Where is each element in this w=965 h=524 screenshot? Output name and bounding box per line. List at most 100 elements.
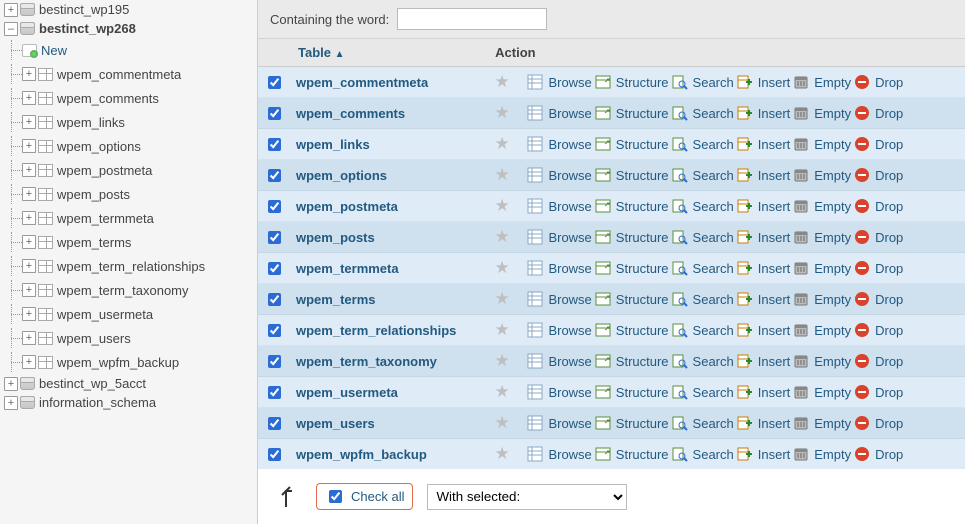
expand-icon[interactable]: + bbox=[4, 377, 18, 391]
browse-link[interactable]: Browse bbox=[548, 385, 591, 400]
table-name-link[interactable]: wpem_term_relationships bbox=[296, 323, 456, 338]
tree-table-node[interactable]: +wpem_posts bbox=[4, 182, 257, 206]
insert-link[interactable]: Insert bbox=[758, 447, 791, 462]
expand-icon[interactable]: + bbox=[22, 283, 36, 297]
browse-link[interactable]: Browse bbox=[548, 416, 591, 431]
db-label[interactable]: information_schema bbox=[39, 395, 156, 410]
tree-table-label[interactable]: wpem_links bbox=[57, 115, 125, 130]
col-table-header[interactable]: Table ▲ bbox=[290, 39, 487, 67]
search-link[interactable]: Search bbox=[693, 137, 734, 152]
search-link[interactable]: Search bbox=[693, 447, 734, 462]
drop-link[interactable]: Drop bbox=[875, 416, 903, 431]
row-checkbox[interactable] bbox=[268, 107, 281, 120]
table-name-link[interactable]: wpem_term_taxonomy bbox=[296, 354, 437, 369]
tree-new-link[interactable]: New bbox=[4, 38, 257, 62]
favorite-star-icon[interactable]: ★ bbox=[493, 227, 511, 247]
expand-icon[interactable]: + bbox=[22, 307, 36, 321]
check-all-toggle[interactable]: Check all bbox=[316, 483, 413, 510]
search-link[interactable]: Search bbox=[693, 292, 734, 307]
drop-link[interactable]: Drop bbox=[875, 230, 903, 245]
tree-table-node[interactable]: +wpem_term_taxonomy bbox=[4, 278, 257, 302]
expand-icon[interactable]: + bbox=[22, 139, 36, 153]
empty-link[interactable]: Empty bbox=[814, 385, 851, 400]
expand-icon[interactable]: + bbox=[22, 67, 36, 81]
tree-table-node[interactable]: + wpem_comments bbox=[4, 86, 257, 110]
expand-icon[interactable]: + bbox=[22, 211, 36, 225]
table-name-link[interactable]: wpem_postmeta bbox=[296, 199, 398, 214]
structure-link[interactable]: Structure bbox=[616, 416, 669, 431]
table-name-link[interactable]: wpem_users bbox=[296, 416, 375, 431]
row-checkbox[interactable] bbox=[268, 231, 281, 244]
structure-link[interactable]: Structure bbox=[616, 323, 669, 338]
structure-link[interactable]: Structure bbox=[616, 137, 669, 152]
browse-link[interactable]: Browse bbox=[548, 75, 591, 90]
favorite-star-icon[interactable]: ★ bbox=[493, 351, 511, 371]
insert-link[interactable]: Insert bbox=[758, 137, 791, 152]
drop-link[interactable]: Drop bbox=[875, 75, 903, 90]
empty-link[interactable]: Empty bbox=[814, 292, 851, 307]
browse-link[interactable]: Browse bbox=[548, 106, 591, 121]
favorite-star-icon[interactable]: ★ bbox=[493, 382, 511, 402]
row-checkbox[interactable] bbox=[268, 169, 281, 182]
db-label[interactable]: bestinct_wp_5acct bbox=[39, 376, 146, 391]
db-label[interactable]: bestinct_wp195 bbox=[39, 2, 129, 17]
check-all-checkbox[interactable] bbox=[329, 490, 342, 503]
favorite-star-icon[interactable]: ★ bbox=[493, 289, 511, 309]
tree-table-label[interactable]: wpem_terms bbox=[57, 235, 131, 250]
drop-link[interactable]: Drop bbox=[875, 354, 903, 369]
tree-table-label[interactable]: wpem_commentmeta bbox=[57, 67, 181, 82]
insert-link[interactable]: Insert bbox=[758, 230, 791, 245]
drop-link[interactable]: Drop bbox=[875, 323, 903, 338]
empty-link[interactable]: Empty bbox=[814, 137, 851, 152]
favorite-star-icon[interactable]: ★ bbox=[493, 196, 511, 216]
tree-table-node[interactable]: +wpem_users bbox=[4, 326, 257, 350]
insert-link[interactable]: Insert bbox=[758, 106, 791, 121]
row-checkbox[interactable] bbox=[268, 355, 281, 368]
structure-link[interactable]: Structure bbox=[616, 292, 669, 307]
drop-link[interactable]: Drop bbox=[875, 447, 903, 462]
expand-icon[interactable]: + bbox=[22, 91, 36, 105]
structure-link[interactable]: Structure bbox=[616, 230, 669, 245]
filter-input[interactable] bbox=[397, 8, 547, 30]
row-checkbox[interactable] bbox=[268, 200, 281, 213]
browse-link[interactable]: Browse bbox=[548, 323, 591, 338]
expand-icon[interactable]: + bbox=[22, 355, 36, 369]
drop-link[interactable]: Drop bbox=[875, 106, 903, 121]
browse-link[interactable]: Browse bbox=[548, 199, 591, 214]
db-node-collapsed[interactable]: + bestinct_wp195 bbox=[4, 0, 257, 19]
drop-link[interactable]: Drop bbox=[875, 261, 903, 276]
expand-icon[interactable]: + bbox=[22, 235, 36, 249]
tree-table-label[interactable]: wpem_comments bbox=[57, 91, 159, 106]
search-link[interactable]: Search bbox=[693, 106, 734, 121]
drop-link[interactable]: Drop bbox=[875, 168, 903, 183]
drop-link[interactable]: Drop bbox=[875, 292, 903, 307]
favorite-star-icon[interactable]: ★ bbox=[493, 320, 511, 340]
tree-table-node[interactable]: + wpem_terms bbox=[4, 230, 257, 254]
tree-table-label[interactable]: wpem_wpfm_backup bbox=[57, 355, 179, 370]
structure-link[interactable]: Structure bbox=[616, 261, 669, 276]
empty-link[interactable]: Empty bbox=[814, 261, 851, 276]
empty-link[interactable]: Empty bbox=[814, 323, 851, 338]
insert-link[interactable]: Insert bbox=[758, 168, 791, 183]
expand-icon[interactable]: + bbox=[22, 163, 36, 177]
db-node-expanded[interactable]: – bestinct_wp268 bbox=[4, 19, 257, 38]
collapse-icon[interactable]: – bbox=[4, 22, 18, 36]
favorite-star-icon[interactable]: ★ bbox=[493, 258, 511, 278]
table-name-link[interactable]: wpem_wpfm_backup bbox=[296, 447, 427, 462]
empty-link[interactable]: Empty bbox=[814, 354, 851, 369]
insert-link[interactable]: Insert bbox=[758, 354, 791, 369]
tree-table-label[interactable]: wpem_usermeta bbox=[57, 307, 153, 322]
structure-link[interactable]: Structure bbox=[616, 385, 669, 400]
drop-link[interactable]: Drop bbox=[875, 199, 903, 214]
row-checkbox[interactable] bbox=[268, 76, 281, 89]
search-link[interactable]: Search bbox=[693, 385, 734, 400]
expand-icon[interactable]: + bbox=[22, 187, 36, 201]
insert-link[interactable]: Insert bbox=[758, 292, 791, 307]
search-link[interactable]: Search bbox=[693, 323, 734, 338]
insert-link[interactable]: Insert bbox=[758, 75, 791, 90]
with-selected-dropdown[interactable]: With selected: bbox=[427, 484, 627, 510]
search-link[interactable]: Search bbox=[693, 199, 734, 214]
expand-icon[interactable]: + bbox=[22, 331, 36, 345]
structure-link[interactable]: Structure bbox=[616, 199, 669, 214]
favorite-star-icon[interactable]: ★ bbox=[493, 165, 511, 185]
